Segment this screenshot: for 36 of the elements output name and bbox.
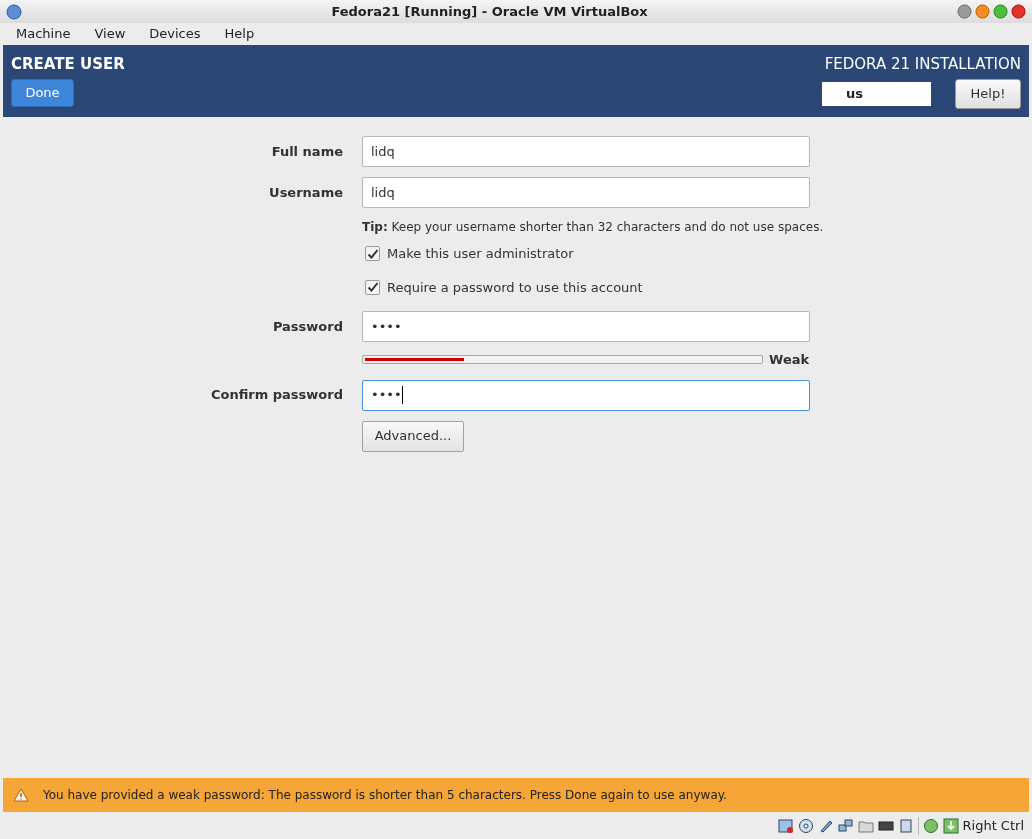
menu-item[interactable]: Devices	[139, 24, 211, 44]
checkbox[interactable]	[365, 279, 380, 295]
help-button[interactable]: Help!	[955, 78, 1021, 109]
checkbox[interactable]	[365, 246, 380, 262]
field-label: Username	[269, 183, 343, 202]
text-cursor	[401, 386, 403, 404]
optical-disc-icon[interactable]	[797, 817, 814, 834]
text-field[interactable]: lidq	[362, 177, 810, 208]
window-title: Fedora21 [Running] - Oracle VM VirtualBox	[330, 2, 649, 21]
shade-button-icon[interactable]	[957, 4, 972, 19]
close-icon[interactable]	[1011, 4, 1026, 19]
menu-item[interactable]: Machine	[6, 24, 81, 44]
strength-label: Weak	[769, 351, 810, 369]
menu-item[interactable]: View	[84, 24, 136, 44]
page-title: CREATE USER	[11, 54, 125, 75]
host-key-label: Right Ctrl	[962, 816, 1024, 835]
menu-item[interactable]: Help	[214, 24, 265, 44]
window-menu-icon[interactable]	[6, 3, 22, 20]
warning-message: You have provided a weak password: The password is shorter than 5 characters. Press Done again to use anyway.	[43, 787, 727, 804]
field-label: Password	[272, 317, 343, 336]
text-field[interactable]: lidq	[362, 136, 810, 167]
text-field[interactable]: ••••	[362, 311, 810, 342]
field-label: Confirm password	[210, 386, 343, 405]
network-icon[interactable]	[837, 817, 854, 834]
keyboard-layout-indicator[interactable]: us	[822, 81, 931, 106]
minimize-icon[interactable]	[975, 4, 990, 19]
maximize-icon[interactable]	[993, 4, 1008, 19]
advanced-button[interactable]: Advanced...	[362, 420, 464, 452]
tip-text: Tip: Keep your username shorter than 32 characters and do not use spaces.	[362, 219, 824, 236]
checkbox-label: Require a password to use this account	[387, 278, 643, 297]
checkbox-label: Make this user administrator	[387, 245, 574, 263]
product-title: FEDORA 21 INSTALLATION	[824, 54, 1021, 75]
text-field[interactable]: ••••	[362, 379, 810, 411]
field-label: Full name	[271, 142, 343, 161]
done-button[interactable]: Done	[11, 78, 74, 107]
warning-icon	[13, 788, 29, 802]
